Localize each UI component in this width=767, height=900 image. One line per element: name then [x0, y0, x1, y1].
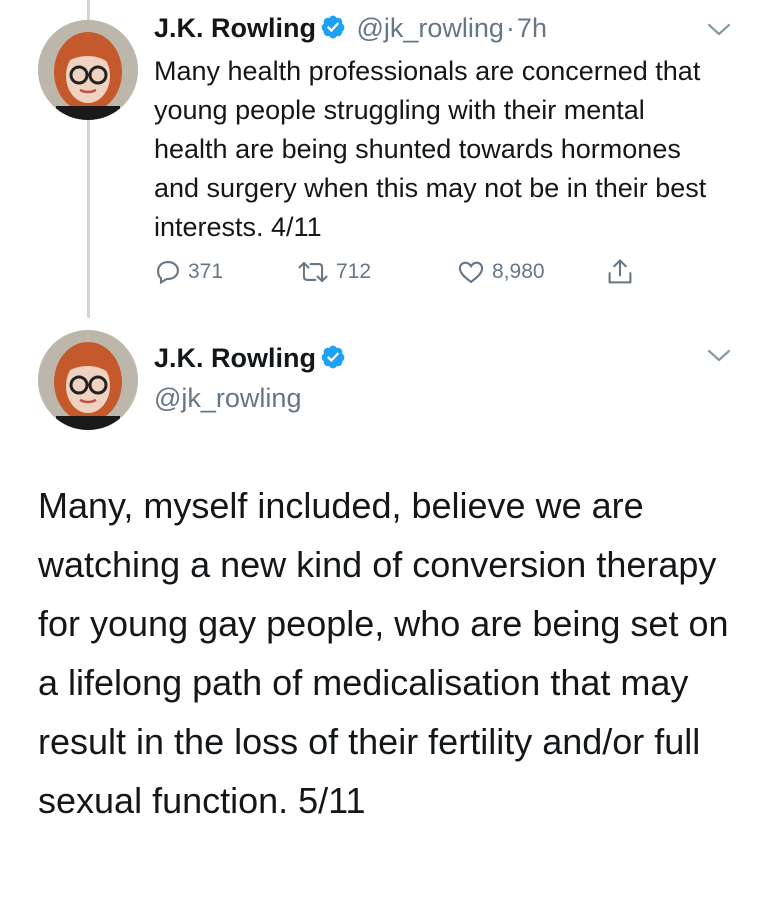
retweet-button[interactable]: 712 [296, 254, 371, 290]
retweet-icon [296, 258, 336, 286]
like-button[interactable]: 8,980 [456, 254, 545, 290]
handle[interactable]: @jk_rowling [356, 13, 503, 43]
display-name[interactable]: J.K. Rowling [154, 13, 316, 43]
chevron-down-icon[interactable] [706, 22, 732, 38]
like-icon [456, 258, 492, 286]
share-button[interactable] [606, 254, 640, 290]
reply-icon [154, 258, 188, 286]
tweet-text: Many health professionals are concerned … [154, 56, 707, 242]
verified-badge-icon [320, 14, 346, 54]
verified-badge-icon [320, 344, 346, 384]
handle[interactable]: @jk_rowling [154, 380, 301, 416]
chevron-down-icon[interactable] [706, 348, 732, 364]
display-name[interactable]: J.K. Rowling [154, 343, 316, 373]
avatar[interactable] [38, 330, 138, 430]
separator-dot: · [505, 13, 515, 43]
tweet-text: Many, myself included, believe we are wa… [38, 485, 729, 821]
timestamp[interactable]: 7h [517, 13, 547, 43]
reply-button[interactable]: 371 [154, 254, 223, 290]
like-count: 8,980 [492, 260, 545, 283]
tweet-actions: 371 712 8,980 [154, 254, 654, 290]
tweet-header: J.K. Rowling [154, 340, 346, 384]
tweet-header: J.K. Rowling @jk_rowling·7h [154, 10, 547, 54]
share-icon [606, 257, 640, 287]
reply-count: 371 [188, 260, 224, 283]
retweet-count: 712 [336, 260, 372, 283]
avatar[interactable] [38, 20, 138, 120]
